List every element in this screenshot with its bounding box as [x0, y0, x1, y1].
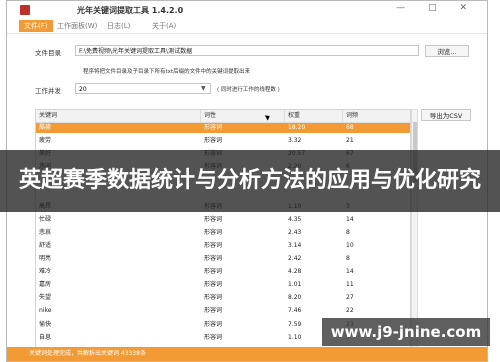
table-row[interactable]: 酷毙 形容词 18.20 68: [36, 123, 410, 133]
table-row[interactable]: 舒适 形容词 3.14 10: [36, 241, 410, 251]
concurrency-select[interactable]: 20: [75, 83, 211, 94]
menu-log[interactable]: 日志(L): [102, 20, 135, 32]
cell-keyword: 难冷: [39, 268, 52, 276]
cell-weight: 1.10: [288, 333, 302, 341]
cell-frequency: 14: [346, 215, 354, 223]
cell-frequency: 22: [346, 307, 354, 315]
cell-pos: 形容词: [204, 137, 223, 145]
export-csv-button[interactable]: 导出为CSV: [421, 109, 471, 121]
cell-weight: 3.14: [288, 241, 302, 249]
table-row[interactable]: 明亮 形容词 2.42 8: [36, 254, 410, 264]
cell-keyword: 酷毙: [39, 124, 52, 131]
cell-weight: 18.20: [288, 124, 306, 131]
table-row[interactable]: 嘉房 形容词 1.01 11: [36, 280, 410, 290]
col-frequency[interactable]: 词频: [343, 110, 410, 122]
directory-hint: 程序将把文件目录及子目录下所有txt后缀的文件中的关键词提取出来: [83, 69, 251, 75]
cell-pos: 形容词: [204, 215, 223, 223]
banner-title: 英超赛季数据统计与分析方法的应用与优化研究: [18, 168, 481, 193]
cell-weight: 4.28: [288, 268, 302, 276]
cell-keyword: 疲劳: [39, 137, 52, 145]
col-pos[interactable]: 词性: [201, 110, 285, 122]
chevron-down-icon[interactable]: ▼: [201, 85, 206, 92]
window-title: 光年关键词提取工具 1.4.2.0: [77, 6, 184, 15]
table-row[interactable]: 失望 形容词 8.20 27: [36, 293, 410, 303]
cell-frequency: 8: [346, 255, 350, 262]
status-bar: 关键词处理完成，共解析出关键词 43338条: [7, 347, 487, 361]
cell-keyword: nike: [39, 307, 52, 315]
directory-input[interactable]: F:\免费视频\光年关键词提取工具\测试数据: [75, 45, 419, 56]
cell-frequency: 27: [346, 294, 354, 302]
cell-keyword: 悲哀: [39, 228, 52, 236]
cell-pos: 形容词: [204, 255, 223, 262]
cell-frequency: 11: [346, 281, 354, 289]
cell-weight: 8.20: [288, 294, 302, 302]
menu-about[interactable]: 关于(A): [147, 20, 181, 32]
cell-keyword: 明亮: [39, 255, 52, 262]
cell-keyword: 忙碌: [39, 215, 52, 223]
cell-keyword: 嘉房: [39, 281, 52, 289]
cell-frequency: 10: [346, 241, 354, 249]
cell-frequency: 8: [346, 228, 350, 236]
site-watermark: www.j9-jnine.com: [322, 318, 490, 346]
cell-pos: 形容词: [204, 124, 223, 131]
cell-weight: 1.01: [288, 281, 302, 289]
col-weight[interactable]: 权重: [285, 110, 343, 122]
overlay-banner: 英超赛季数据统计与分析方法的应用与优化研究: [0, 150, 500, 212]
cell-frequency: 68: [346, 124, 354, 131]
cell-weight: 4.35: [288, 215, 302, 223]
table-header: 关键词 词性 权重 词频: [36, 110, 410, 123]
cell-pos: 形容词: [204, 241, 223, 249]
table-row[interactable]: 悲哀 形容词 2.43 8: [36, 228, 410, 238]
table-row[interactable]: 忙碌 形容词 4.35 14: [36, 215, 410, 225]
browse-button[interactable]: 浏览...: [425, 45, 469, 57]
concurrency-label: 工作并发: [35, 87, 61, 95]
cell-pos: 形容词: [204, 320, 223, 328]
cell-keyword: 失望: [39, 294, 52, 302]
menu-file[interactable]: 文件(F): [19, 20, 53, 32]
window-controls[interactable]: — □ ✕: [396, 3, 477, 13]
cell-pos: 形容词: [204, 268, 223, 276]
cell-frequency: 21: [346, 137, 354, 145]
cell-pos: 形容词: [204, 294, 223, 302]
cell-keyword: 自息: [39, 333, 52, 341]
cell-weight: 7.59: [288, 320, 302, 328]
app-logo-icon: [20, 5, 30, 15]
dir-label: 文件目录: [35, 49, 61, 57]
cell-keyword: 愉快: [39, 320, 52, 328]
thread-hint: ( 同时进行工作的线程数 ): [217, 87, 280, 93]
cell-weight: 2.42: [288, 255, 302, 262]
menu-workpanel[interactable]: 工作面板(W): [52, 20, 102, 32]
table-row[interactable]: 难冷 形容词 4.28 14: [36, 267, 410, 277]
cell-pos: 形容词: [204, 307, 223, 315]
cell-keyword: 舒适: [39, 241, 52, 249]
menu-bar: 文件(F) 工作面板(W) 日志(L) 关于(A): [7, 19, 487, 34]
table-row[interactable]: nike 形容词 7.46 22: [36, 306, 410, 316]
cell-weight: 7.46: [288, 307, 302, 315]
cell-weight: 3.32: [288, 137, 302, 145]
cell-pos: 形容词: [204, 228, 223, 236]
cell-pos: 形容词: [204, 281, 223, 289]
col-keyword[interactable]: 关键词: [36, 110, 201, 122]
table-row[interactable]: 疲劳 形容词 3.32 21: [36, 136, 410, 146]
cell-frequency: 14: [346, 268, 354, 276]
title-bar: 光年关键词提取工具 1.4.2.0 — □ ✕: [7, 1, 487, 19]
cell-weight: 2.43: [288, 228, 302, 236]
cell-pos: 形容词: [204, 333, 223, 341]
